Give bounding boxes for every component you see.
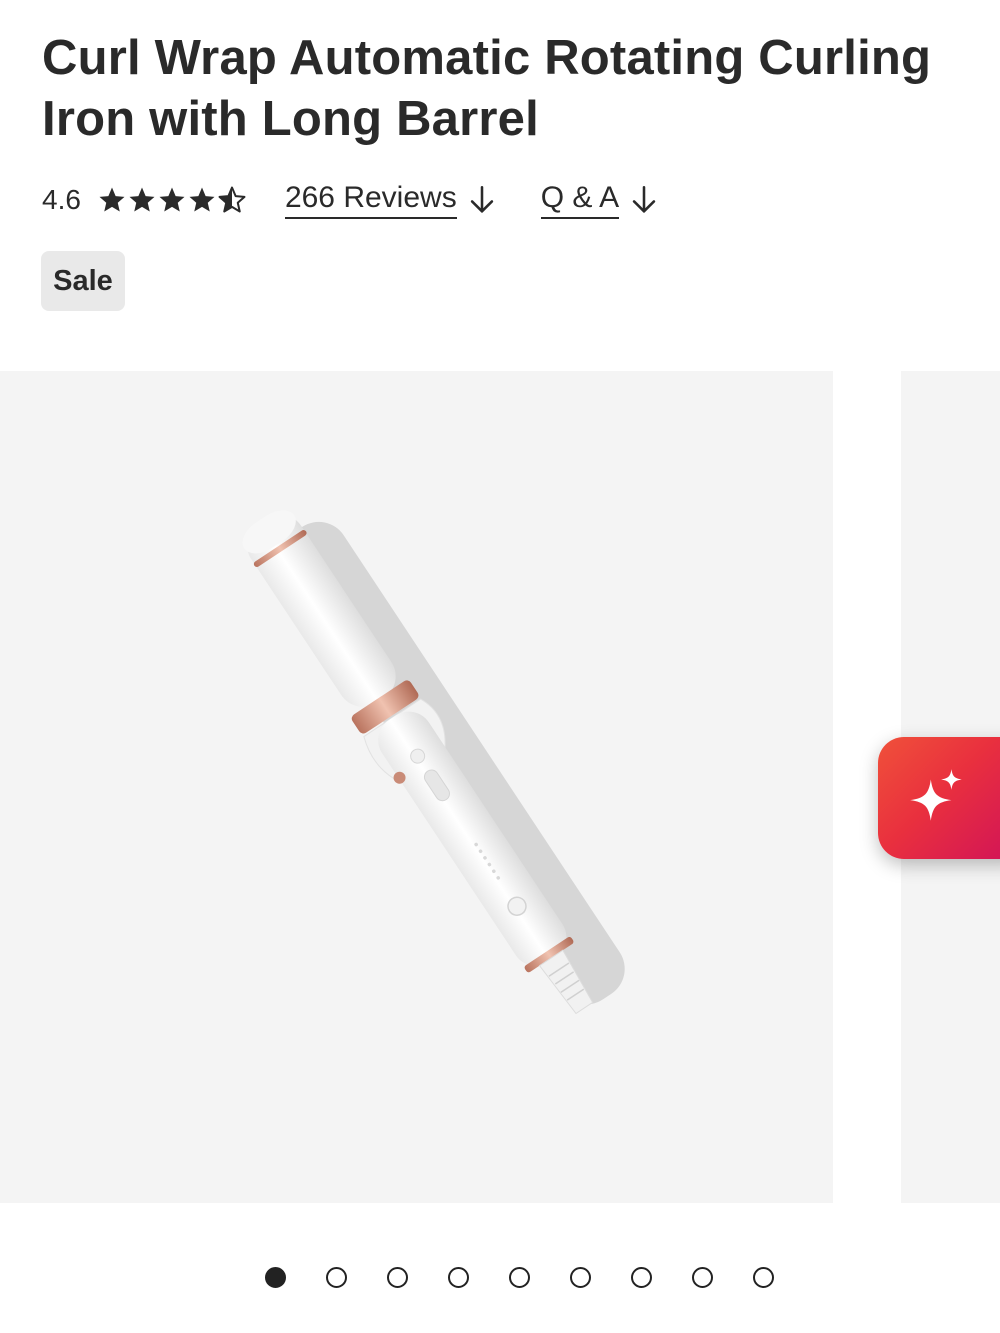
- rating-row: 4.6 266 Reviews Q & A: [42, 176, 661, 224]
- star-icon: [99, 187, 125, 212]
- pagination-dot[interactable]: [509, 1266, 530, 1288]
- pagination-dot[interactable]: [631, 1266, 652, 1288]
- gallery-slide-active[interactable]: [0, 371, 833, 1203]
- pagination-dot[interactable]: [448, 1266, 469, 1288]
- reviews-link-label: 266 Reviews: [284, 181, 457, 219]
- star-icon: [189, 187, 215, 212]
- arrow-down-icon: [470, 185, 493, 213]
- product-image: [242, 510, 625, 1015]
- sale-badge: Sale: [41, 251, 125, 311]
- pagination-dot[interactable]: [265, 1266, 286, 1288]
- gallery-pagination: [265, 1265, 774, 1289]
- star-icon: [159, 187, 185, 212]
- arrow-down-icon: [632, 185, 656, 213]
- half-star-icon: [218, 186, 246, 213]
- pagination-dot[interactable]: [570, 1266, 591, 1288]
- qa-link[interactable]: Q & A: [540, 181, 661, 219]
- pagination-dot[interactable]: [692, 1266, 713, 1288]
- star-icon: [129, 187, 155, 212]
- rating-value: 4.6: [42, 184, 81, 215]
- pagination-dot[interactable]: [326, 1266, 347, 1288]
- reviews-link[interactable]: 266 Reviews: [284, 181, 499, 219]
- star-rating: [97, 185, 247, 215]
- product-image-gallery[interactable]: [0, 371, 1000, 1203]
- pagination-dot[interactable]: [387, 1266, 408, 1288]
- qa-link-label: Q & A: [540, 181, 620, 219]
- sparkle-icon: [910, 769, 962, 821]
- pagination-dot[interactable]: [753, 1266, 774, 1288]
- product-title: Curl Wrap Automatic Rotating Curling Iro…: [42, 31, 932, 146]
- ai-assistant-button[interactable]: [878, 737, 1000, 859]
